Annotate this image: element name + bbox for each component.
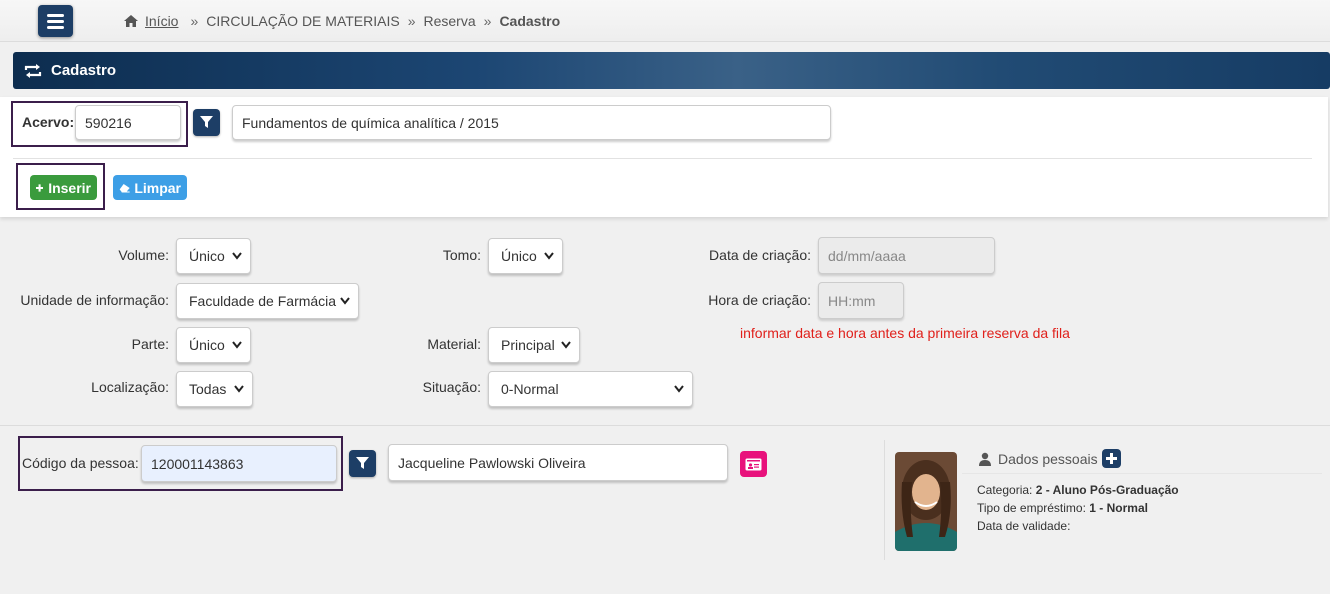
parte-label: Parte: [131,336,169,352]
creation-note: informar data e hora antes da primeira r… [740,325,1070,341]
dados-pessoais-add-button[interactable] [1101,449,1121,468]
material-label: Material: [427,336,481,352]
breadcrumb-separator: » [407,13,416,29]
categoria-label: Categoria: [977,483,1033,497]
acervo-input[interactable]: 590216 [75,105,181,140]
insert-button[interactable]: Inserir [30,175,97,200]
volume-select-value: Único [189,248,225,264]
breadcrumb-reserva[interactable]: Reserva [424,13,476,29]
section-divider [0,425,1330,426]
clear-button[interactable]: Limpar [113,175,187,200]
parte-select[interactable]: Único [176,327,251,363]
person-filter-button[interactable] [349,450,376,477]
id-card-icon [745,458,762,470]
eraser-icon [119,183,130,192]
acervo-label: Acervo: [22,114,75,130]
person-photo [895,452,957,551]
chevron-down-icon [234,385,244,393]
chevron-down-icon [674,385,684,393]
top-bar: Início » CIRCULAÇÃO DE MATERIAIS » Reser… [0,0,1330,42]
chevron-down-icon [232,252,242,260]
chevron-down-icon [544,252,554,260]
home-icon [124,15,138,27]
person-code-input[interactable]: 120001143863 [141,445,337,482]
unidade-label: Unidade de informação: [20,292,169,308]
menu-toggle-button[interactable] [38,5,73,37]
person-vertical-divider [884,440,885,560]
data-validade-line: Data de validade: [977,519,1070,533]
situacao-label: Situação: [422,379,481,395]
tipo-emprestimo-label: Tipo de empréstimo: [977,501,1086,515]
unidade-select[interactable]: Faculdade de Farmácia [176,283,359,319]
card-divider [13,158,1312,159]
localizacao-label: Localização: [91,379,169,395]
tipo-emprestimo-line: Tipo de empréstimo: 1 - Normal [977,501,1148,515]
dados-pessoais-header: Dados pessoais [978,449,1121,468]
person-name-field: Jacqueline Pawlowski Oliveira [388,444,728,481]
breadcrumb: Início » CIRCULAÇÃO DE MATERIAIS » Reser… [123,13,560,29]
acervo-filter-button[interactable] [193,109,220,136]
unidade-select-value: Faculdade de Farmácia [189,293,337,309]
chevron-down-icon [232,341,242,349]
breadcrumb-circulacao[interactable]: CIRCULAÇÃO DE MATERIAIS [206,13,399,29]
data-criacao-input[interactable]: dd/mm/aaaa [818,237,995,274]
material-select[interactable]: Principal [488,327,580,363]
tipo-emprestimo-value: 1 - Normal [1089,501,1148,515]
breadcrumb-home-link[interactable]: Início [145,13,178,29]
hora-criacao-label: Hora de criação: [708,292,811,308]
volume-select[interactable]: Único [176,238,251,274]
acervo-title-field: Fundamentos de química analítica / 2015 [232,105,831,140]
person-code-label: Código da pessoa: [22,455,139,471]
tomo-label: Tomo: [442,247,481,263]
hamburger-icon-line [47,20,64,23]
breadcrumb-separator: » [190,13,199,29]
categoria-line: Categoria: 2 - Aluno Pós-Graduação [977,483,1179,497]
volume-label: Volume: [118,247,169,263]
situacao-select[interactable]: 0-Normal [488,371,693,407]
page-title-bar: Cadastro [13,52,1330,89]
filter-icon [200,116,213,128]
categoria-value: 2 - Aluno Pós-Graduação [1035,483,1179,497]
swap-arrows-icon [24,63,42,78]
localizacao-select[interactable]: Todas [176,371,253,407]
material-select-value: Principal [501,337,555,353]
hamburger-icon-line [47,26,64,29]
tomo-select-value: Único [501,248,537,264]
page-title: Cadastro [51,62,117,79]
plus-icon [36,183,44,192]
data-criacao-label: Data de criação: [709,247,811,263]
breadcrumb-current: Cadastro [499,13,561,29]
filter-icon [356,457,369,469]
chevron-down-icon [561,341,571,349]
person-avatar-image [895,452,957,551]
breadcrumb-separator: » [483,13,492,29]
chevron-down-icon [340,297,350,305]
localizacao-select-value: Todas [189,381,227,397]
situacao-select-value: 0-Normal [501,381,559,397]
parte-select-value: Único [189,337,225,353]
hamburger-icon-line [47,14,64,17]
user-icon [979,452,991,466]
insert-button-label: Inserir [48,179,91,196]
plus-icon [1105,453,1117,464]
clear-button-label: Limpar [134,179,181,196]
dados-pessoais-divider [962,473,1322,474]
dados-pessoais-title: Dados pessoais [998,450,1098,467]
data-validade-label: Data de validade: [977,519,1071,533]
hora-criacao-input[interactable]: HH:mm [818,282,904,319]
id-card-button[interactable] [740,451,767,477]
tomo-select[interactable]: Único [488,238,563,274]
